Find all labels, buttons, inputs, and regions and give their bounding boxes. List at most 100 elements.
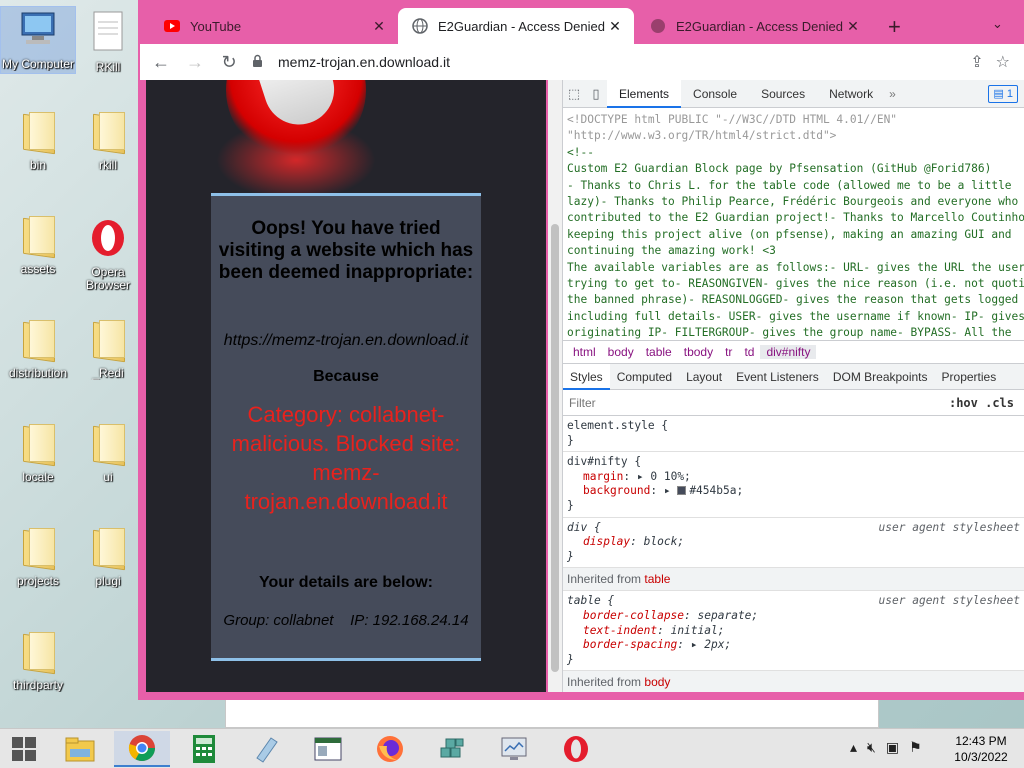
desktop-icon-rkill-folder[interactable]: rkill: [78, 112, 138, 172]
desktop-icon-bin[interactable]: bin: [0, 112, 76, 172]
style-prop-background[interactable]: background: ▸ #454b5a;: [567, 484, 1020, 499]
taskbar-calculator[interactable]: [176, 731, 232, 767]
block-message-box: Oops! You have tried visiting a website …: [211, 193, 481, 661]
taskbar-notepad[interactable]: [238, 731, 294, 767]
forward-button[interactable]: →: [182, 49, 208, 75]
styles-filter-input[interactable]: [569, 395, 949, 410]
devtools-tab-elements[interactable]: Elements: [607, 80, 682, 108]
styles-subtab[interactable]: DOM Breakpoints: [826, 364, 935, 390]
tab-search-button[interactable]: ⌄: [992, 16, 1003, 32]
styles-subtab[interactable]: Layout: [679, 364, 729, 390]
source-line[interactable]: <!DOCTYPE html PUBLIC "-//W3C//DTD HTML …: [567, 112, 1024, 128]
desktop-icon-ui[interactable]: ui: [78, 424, 138, 484]
desktop-icon-distribution[interactable]: distribution: [0, 320, 76, 380]
tab-youtube[interactable]: YouTube ✕: [150, 8, 398, 44]
show-hidden-icons-chevron-icon[interactable]: ▴: [850, 739, 857, 756]
inherited-label: Inherited from: [567, 675, 642, 690]
devtools-tab-network[interactable]: Network: [817, 80, 885, 108]
device-toolbar-icon[interactable]: ▯: [585, 86, 607, 102]
breadcrumb-item[interactable]: table: [640, 345, 678, 359]
back-button[interactable]: ←: [148, 49, 174, 75]
network-icon[interactable]: ▣: [886, 739, 899, 756]
color-swatch[interactable]: [677, 486, 687, 496]
source-line[interactable]: - Thanks to Chris L. for the table code …: [567, 178, 1024, 194]
issues-badge[interactable]: ▤ 1: [988, 84, 1018, 103]
styles-subtab[interactable]: Properties: [935, 364, 1004, 390]
start-button[interactable]: [0, 731, 48, 767]
source-line[interactable]: contributed to the E2 Guardian project!-…: [567, 210, 1024, 226]
source-line[interactable]: the banned phrase)- REASONLOGGED- gives …: [567, 292, 1024, 308]
tab-close-button[interactable]: ✕: [370, 17, 388, 35]
inherited-element-link[interactable]: body: [644, 675, 670, 689]
styles-subtab[interactable]: Styles: [563, 363, 610, 390]
because-label: Because: [313, 368, 379, 385]
styles-subtab[interactable]: Computed: [610, 364, 679, 390]
taskbar-chrome[interactable]: [114, 731, 170, 767]
taskbar-opera[interactable]: [548, 731, 604, 767]
styles-filter-bar: :hov .cls: [563, 390, 1024, 416]
style-prop-margin[interactable]: margin: ▸ 0 10%;: [567, 470, 1020, 485]
styles-subtab[interactable]: Event Listeners: [729, 364, 826, 390]
breadcrumb-item[interactable]: tbody: [678, 345, 719, 359]
address-bar[interactable]: memz-trojan.en.download.it: [252, 48, 942, 76]
taskbar-cube-app[interactable]: [424, 731, 480, 767]
devtools-tab-console[interactable]: Console: [681, 80, 749, 108]
share-icon[interactable]: ⇪: [970, 52, 983, 72]
rule-source: user agent stylesheet: [878, 520, 1020, 534]
source-line[interactable]: <!--: [567, 145, 1024, 161]
message-icon: ▤: [993, 87, 1007, 100]
more-tabs-button[interactable]: »: [885, 80, 900, 108]
hov-cls-toggle[interactable]: :hov .cls: [949, 396, 1014, 410]
style-rule-element: element.style { }: [563, 416, 1024, 453]
page-scrollbar[interactable]: [548, 80, 562, 692]
taskbar-monitor-app[interactable]: [486, 731, 542, 767]
breadcrumb-item[interactable]: td: [738, 345, 760, 359]
bookmark-star-icon[interactable]: ☆: [996, 52, 1010, 72]
desktop-icon-my-computer[interactable]: My Computer: [0, 6, 76, 74]
breadcrumb-item[interactable]: div#nifty: [760, 345, 817, 359]
styles-subtabs: Styles Computed Layout Event Listeners DOM B…: [563, 363, 1024, 390]
breadcrumb-item[interactable]: body: [602, 345, 640, 359]
source-line[interactable]: keeping this project alive (on pfsense),…: [567, 227, 1024, 243]
tab-close-button[interactable]: ✕: [844, 17, 862, 35]
source-line[interactable]: lazy)- Thanks to Philip Pearce, Frédéric…: [567, 194, 1024, 210]
source-line[interactable]: originating IP- FILTERGROUP- gives the g…: [567, 325, 1024, 340]
new-tab-button[interactable]: +: [888, 14, 901, 40]
devtools-tab-sources[interactable]: Sources: [749, 80, 817, 108]
dom-source-view[interactable]: <!DOCTYPE html PUBLIC "-//W3C//DTD HTML …: [563, 108, 1024, 340]
desktop-icon-thirdparty[interactable]: thirdparty: [0, 632, 76, 692]
source-line[interactable]: continuing the amazing work! <3: [567, 243, 1024, 259]
taskbar-clock[interactable]: 12:43 PM 10/3/2022: [946, 733, 1016, 765]
folder-icon: [21, 216, 55, 256]
desktop-icon-assets[interactable]: assets: [0, 216, 76, 276]
tab-close-button[interactable]: ✕: [606, 17, 624, 35]
inspect-element-icon[interactable]: ⬚: [563, 86, 585, 102]
taskbar-file-explorer[interactable]: [52, 731, 108, 767]
desktop-icon-redi[interactable]: _Redi: [78, 320, 138, 380]
desktop-icon-projects[interactable]: projects: [0, 528, 76, 588]
source-line[interactable]: The available variables are as follows:-…: [567, 260, 1024, 276]
desktop-icon-opera[interactable]: Opera Browser: [78, 216, 138, 292]
breadcrumb-item[interactable]: html: [567, 345, 602, 359]
rule-close: }: [567, 652, 574, 666]
source-line[interactable]: including full details- USER- gives the …: [567, 309, 1024, 325]
tab-e2guardian-2[interactable]: E2Guardian - Access Denied ✕: [636, 8, 872, 44]
inherited-element-link[interactable]: table: [644, 572, 670, 586]
folder-icon: [21, 632, 55, 672]
folder-icon: [91, 424, 125, 464]
style-rule-div: user agent stylesheet div { display: blo…: [563, 518, 1024, 569]
taskbar-app-window[interactable]: [300, 731, 356, 767]
scrollbar-thumb[interactable]: [551, 224, 559, 672]
action-center-icon[interactable]: ⚑: [909, 739, 922, 756]
tab-e2guardian-active[interactable]: E2Guardian - Access Denied ✕: [398, 8, 634, 44]
desktop-icon-locale[interactable]: locale: [0, 424, 76, 484]
desktop-icon-plugins[interactable]: plugi: [78, 528, 138, 588]
source-line[interactable]: Custom E2 Guardian Block page by Pfsensa…: [567, 161, 1024, 177]
reload-button[interactable]: ↻: [216, 49, 242, 75]
breadcrumb-item[interactable]: tr: [719, 345, 738, 359]
source-line[interactable]: "http://www.w3.org/TR/html4/strict.dtd">: [567, 128, 1024, 144]
source-line[interactable]: trying to get to- REASONGIVEN- gives the…: [567, 276, 1024, 292]
volume-muted-icon[interactable]: 🔇︎: [867, 739, 876, 756]
taskbar-firefox[interactable]: [362, 731, 418, 767]
desktop-icon-rkill-exe[interactable]: RKill: [78, 10, 138, 74]
